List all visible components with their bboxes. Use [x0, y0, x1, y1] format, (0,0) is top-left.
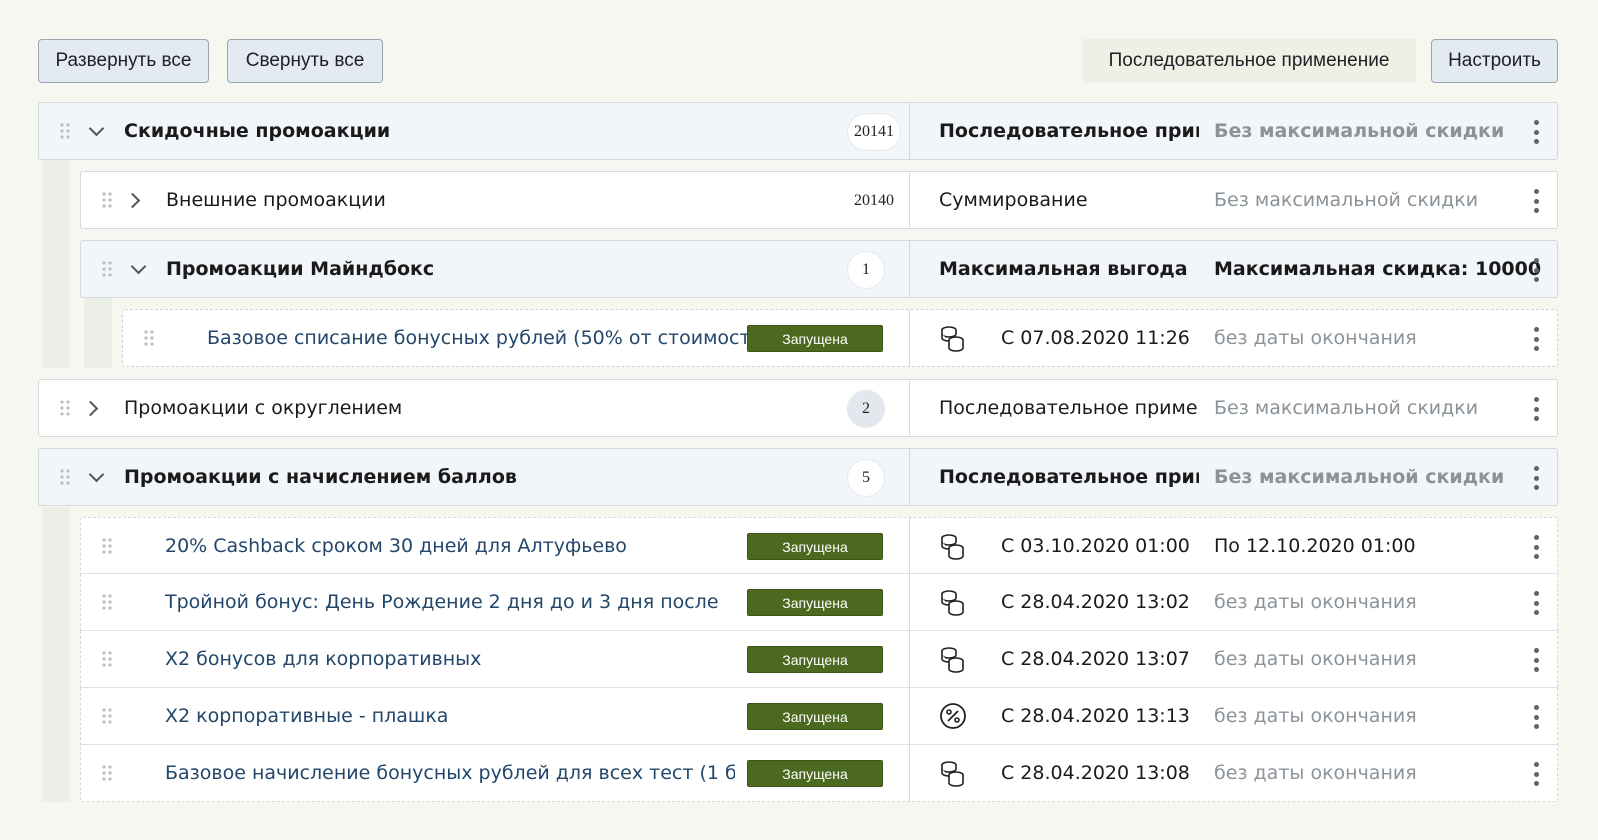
promo-start-date: С 28.04.2020 13:02: [1001, 591, 1190, 613]
promo-row[interactable]: Базовое начисление бонусных рублей для в…: [80, 745, 1558, 802]
promo-group-row[interactable]: Внешние промоакции 20140 Суммирование Бе…: [80, 171, 1558, 229]
group-title[interactable]: Промоакции Майндбокс: [166, 258, 434, 280]
promo-end-date: без даты окончания: [1214, 591, 1417, 613]
drag-handle-icon[interactable]: [59, 122, 71, 140]
group-title[interactable]: Внешние промоакции: [166, 189, 386, 211]
group-mode: Последовательное примене...: [939, 466, 1199, 488]
expand-all-button[interactable]: Развернуть все: [38, 39, 209, 83]
coins-icon: [941, 590, 964, 616]
promo-title-link[interactable]: Х2 корпоративные - плашка: [165, 705, 448, 727]
more-menu-icon[interactable]: [1531, 591, 1541, 615]
promo-row[interactable]: Х2 бонусов для корпоративных Запущена С …: [80, 631, 1558, 688]
coins-icon: [941, 761, 964, 787]
promo-row[interactable]: Х2 корпоративные - плашка Запущена С 28.…: [80, 688, 1558, 745]
more-menu-icon[interactable]: [1531, 535, 1541, 559]
group-title[interactable]: Промоакции с округлением: [124, 397, 402, 419]
nesting-rail: [84, 298, 112, 368]
promo-start-date: С 28.04.2020 13:08: [1001, 762, 1190, 784]
nesting-rail: [42, 160, 70, 368]
drag-handle-icon[interactable]: [59, 468, 71, 486]
promo-row[interactable]: Тройной бонус: День Рождение 2 дня до и …: [80, 574, 1558, 631]
group-title[interactable]: Скидочные промоакции: [124, 120, 390, 142]
more-menu-icon[interactable]: [1531, 258, 1541, 282]
drag-handle-icon[interactable]: [143, 329, 155, 347]
group-max-discount: Без максимальной скидки: [1214, 189, 1479, 211]
more-menu-icon[interactable]: [1531, 762, 1541, 786]
promo-end-date: без даты окончания: [1214, 705, 1417, 727]
more-menu-icon[interactable]: [1531, 466, 1541, 490]
drag-handle-icon[interactable]: [101, 593, 113, 611]
drag-handle-icon[interactable]: [101, 650, 113, 668]
promo-title-link[interactable]: Базовое списание бонусных рублей (50% от…: [207, 327, 770, 349]
promo-title-link[interactable]: Тройной бонус: День Рождение 2 дня до и …: [165, 591, 719, 613]
chevron-right-icon[interactable]: [83, 398, 103, 418]
promo-end-date: По 12.10.2020 01:00: [1214, 535, 1416, 557]
coins-icon: [941, 534, 964, 560]
promo-end-date: без даты окончания: [1214, 648, 1417, 670]
promo-row[interactable]: Базовое списание бонусных рублей (50% от…: [122, 309, 1558, 367]
status-badge: Запущена: [747, 325, 883, 352]
configure-button[interactable]: Настроить: [1431, 39, 1558, 83]
group-count-badge: 1: [847, 251, 885, 289]
collapse-all-button[interactable]: Свернуть все: [227, 39, 383, 83]
chevron-down-icon[interactable]: [128, 259, 148, 279]
drag-handle-icon[interactable]: [101, 260, 113, 278]
chevron-down-icon[interactable]: [86, 121, 106, 141]
more-menu-icon[interactable]: [1531, 189, 1541, 213]
more-menu-icon[interactable]: [1531, 397, 1541, 421]
promo-group-row[interactable]: Промоакции с округлением 2 Последователь…: [38, 379, 1558, 437]
status-badge: Запущена: [747, 760, 883, 787]
drag-handle-icon[interactable]: [101, 707, 113, 725]
drag-handle-icon[interactable]: [101, 764, 113, 782]
promo-group-row[interactable]: Скидочные промоакции 20141 Последователь…: [38, 102, 1558, 160]
drag-handle-icon[interactable]: [101, 537, 113, 555]
promo-title-link[interactable]: Х2 бонусов для корпоративных: [165, 648, 481, 670]
promo-end-date: без даты окончания: [1214, 762, 1417, 784]
chevron-down-icon[interactable]: [86, 467, 106, 487]
group-title[interactable]: Промоакции с начислением баллов: [124, 466, 517, 488]
group-count-badge: 2: [847, 390, 885, 428]
group-mode: Последовательное примене...: [939, 120, 1199, 142]
group-mode: Суммирование: [939, 189, 1088, 211]
nesting-rail: [42, 507, 70, 802]
drag-handle-icon[interactable]: [101, 191, 113, 209]
group-count-badge: 5: [847, 459, 885, 497]
percent-icon: [940, 703, 966, 729]
group-max-discount: Максимальная скидка: 10000 рублей: [1214, 258, 1544, 280]
group-mode: Последовательное примене...: [939, 397, 1199, 419]
status-badge: Запущена: [747, 589, 883, 616]
promo-group-row[interactable]: Промоакции с начислением баллов 5 Послед…: [38, 448, 1558, 506]
more-menu-icon[interactable]: [1531, 705, 1541, 729]
status-badge: Запущена: [747, 703, 883, 730]
drag-handle-icon[interactable]: [59, 399, 71, 417]
promo-start-date: С 03.10.2020 01:00: [1001, 535, 1190, 557]
chevron-right-icon[interactable]: [125, 190, 145, 210]
coins-icon: [941, 326, 964, 352]
more-menu-icon[interactable]: [1531, 120, 1541, 144]
group-max-discount: Без максимальной скидки: [1214, 120, 1505, 142]
promo-group-row[interactable]: Промоакции Майндбокс 1 Максимальная выго…: [80, 240, 1558, 298]
group-max-discount: Без максимальной скидки: [1214, 397, 1479, 419]
promo-title-link[interactable]: Базовое начисление бонусных рублей для в…: [165, 762, 735, 784]
promo-start-date: С 07.08.2020 11:26: [1001, 327, 1190, 349]
promo-start-date: С 28.04.2020 13:07: [1001, 648, 1190, 670]
group-mode: Максимальная выгода: [939, 258, 1188, 280]
more-menu-icon[interactable]: [1531, 648, 1541, 672]
promo-row[interactable]: 20% Cashback сроком 30 дней для Алтуфьев…: [80, 517, 1558, 574]
more-menu-icon[interactable]: [1531, 327, 1541, 351]
group-max-discount: Без максимальной скидки: [1214, 466, 1505, 488]
group-count-badge: 20141: [847, 113, 901, 151]
promo-end-date: без даты окончания: [1214, 327, 1417, 349]
status-badge: Запущена: [747, 646, 883, 673]
promo-start-date: С 28.04.2020 13:13: [1001, 705, 1190, 727]
group-count-badge: 20140: [847, 182, 901, 220]
promo-title-link[interactable]: 20% Cashback сроком 30 дней для Алтуфьев…: [165, 535, 627, 557]
application-mode-label: Последовательное применение: [1082, 39, 1416, 83]
status-badge: Запущена: [747, 533, 883, 560]
coins-icon: [941, 647, 964, 673]
